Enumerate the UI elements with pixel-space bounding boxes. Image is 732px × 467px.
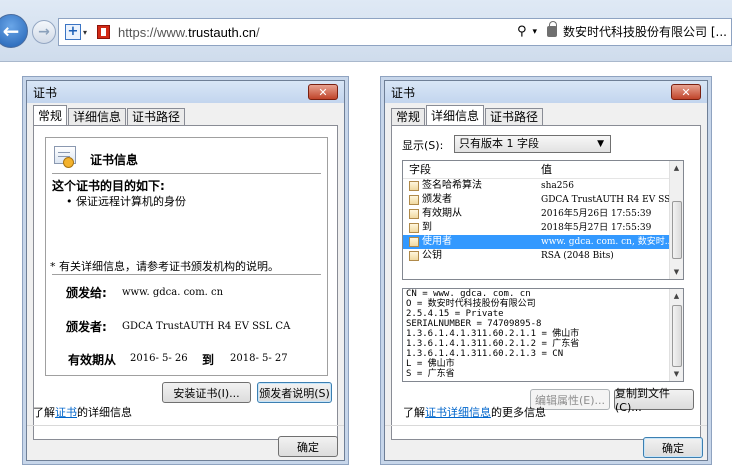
search-icon[interactable]: ⚲	[517, 24, 527, 39]
list-item[interactable]: 有效期从 2016年5月26日 17:55:39	[403, 207, 683, 221]
close-button[interactable]: ✕	[671, 84, 701, 100]
field-icon	[409, 195, 419, 205]
detail-line: 1.3.6.1.4.1.311.60.2.1.2 = 广东省	[406, 339, 580, 349]
list-scrollbar[interactable]: ▲ ▼	[669, 161, 683, 279]
detail-line: 2.5.4.15 = Private	[406, 309, 504, 319]
dialog-titlebar: 证书 ✕	[27, 81, 344, 103]
issuer-note: * 有关详细信息，请参考证书颁发机构的说明。	[50, 260, 279, 273]
general-panel: 证书信息 这个证书的目的如下: • 保证远程计算机的身份 * 有关详细信息，请参…	[33, 125, 338, 440]
tab-strip: 常规 详细信息 证书路径	[391, 105, 544, 125]
install-certificate-button[interactable]: 安装证书(I)...	[162, 382, 251, 403]
divider	[27, 425, 344, 426]
scroll-up-icon[interactable]: ▲	[670, 289, 683, 303]
purpose-item: • 保证远程计算机的身份	[66, 195, 186, 208]
list-header: 字段 值	[403, 161, 683, 179]
divider	[52, 173, 321, 174]
detail-line: SERIALNUMBER = 74709895-8	[406, 319, 542, 329]
divider	[52, 274, 321, 275]
field-icon	[409, 181, 419, 191]
field-icon	[409, 251, 419, 261]
details-panel: 显示(S): 只有版本 1 字段 ▼ 字段 值 签名哈希算法 sha256 颁发者…	[391, 125, 701, 440]
issued-to-label: 颁发给:	[66, 286, 107, 300]
info-title: 证书信息	[90, 153, 139, 167]
close-button[interactable]: ✕	[308, 84, 338, 100]
tab-general[interactable]: 常规	[391, 108, 426, 125]
url-text[interactable]: https://www.trustauth.cn/	[118, 25, 260, 40]
scroll-down-icon[interactable]: ▼	[670, 265, 683, 279]
learn-more-link[interactable]: 证书详细信息	[425, 406, 491, 419]
tab-cert-path[interactable]: 证书路径	[127, 108, 186, 125]
list-item[interactable]: 到 2018年5月27日 17:55:39	[403, 221, 683, 235]
tab-strip: 常规 详细信息 证书路径	[33, 105, 186, 125]
column-header-field[interactable]: 字段	[403, 161, 541, 178]
ok-button[interactable]: 确定	[278, 436, 338, 457]
certificate-icon	[54, 146, 76, 168]
show-filter-value: 只有版本 1 字段	[459, 137, 539, 150]
dialog-title: 证书	[391, 85, 416, 100]
dialog-title: 证书	[33, 85, 58, 100]
show-label: 显示(S):	[402, 139, 444, 152]
scroll-down-icon[interactable]: ▼	[670, 367, 683, 381]
validity-to-label: 到	[202, 353, 215, 367]
chevron-down-icon: ▼	[597, 139, 604, 149]
learn-more-text: 了解证书的详细信息	[33, 406, 132, 419]
certificate-dialog-general: 证书 ✕ 常规 详细信息 证书路径 证书信息 这个证书的目的如下: • 保证远程…	[26, 80, 345, 461]
tab-general[interactable]: 常规	[33, 105, 68, 125]
detail-scrollbar[interactable]: ▲ ▼	[669, 289, 683, 381]
list-item[interactable]: 颁发者 GDCA TrustAUTH R4 EV SS...	[403, 193, 683, 207]
certificate-info-box: 证书信息 这个证书的目的如下: • 保证远程计算机的身份 * 有关详细信息，请参…	[45, 137, 328, 376]
scroll-thumb[interactable]	[672, 201, 682, 259]
site-favicon-icon	[97, 25, 111, 39]
copy-to-file-button[interactable]: 复制到文件(C)...	[614, 387, 694, 414]
show-filter-select[interactable]: 只有版本 1 字段 ▼	[454, 135, 611, 153]
scroll-up-icon[interactable]: ▲	[670, 161, 683, 175]
valid-from-value: 2016- 5- 26	[130, 353, 188, 364]
detail-line: 1.3.6.1.4.1.311.60.2.1.3 = CN	[406, 349, 564, 359]
fields-list[interactable]: 字段 值 签名哈希算法 sha256 颁发者 GDCA TrustAUTH R4 E…	[402, 160, 684, 280]
detail-line: L = 佛山市	[406, 359, 455, 369]
dialog-titlebar: 证书 ✕	[385, 81, 707, 103]
site-identity-label[interactable]: 数安时代科技股份有限公司 [...	[563, 23, 727, 40]
detail-line: O = 数安时代科技股份有限公司	[406, 299, 536, 309]
detail-line: CN = www. gdca. com. cn	[406, 289, 531, 299]
learn-more-link[interactable]: 证书	[55, 406, 77, 419]
address-bar[interactable]: + ▾ https://www.trustauth.cn/ ⚲ ▾ 数安时代科技…	[58, 18, 732, 46]
lock-icon[interactable]	[547, 21, 558, 37]
divider	[385, 425, 707, 426]
tab-details[interactable]: 详细信息	[68, 108, 127, 125]
field-icon	[409, 223, 419, 233]
forward-arrow-icon[interactable]: →	[32, 20, 56, 44]
list-item-selected[interactable]: 使用者 www. gdca. com. cn, 数安时...	[403, 235, 683, 249]
search-dropdown-caret[interactable]: ▾	[533, 27, 538, 37]
field-icon	[409, 209, 419, 219]
chevron-down-icon[interactable]: ▾	[83, 28, 87, 37]
issued-by-label: 颁发者:	[66, 320, 107, 334]
purpose-heading: 这个证书的目的如下:	[52, 179, 165, 193]
field-icon	[409, 237, 419, 247]
compatibility-view-icon[interactable]: +	[65, 24, 81, 40]
scroll-thumb[interactable]	[672, 305, 682, 367]
detail-line: 1.3.6.1.4.1.311.60.2.1.1 = 佛山市	[406, 329, 580, 339]
column-header-value[interactable]: 值	[541, 161, 671, 178]
list-item[interactable]: 签名哈希算法 sha256	[403, 179, 683, 193]
valid-to-value: 2018- 5- 27	[230, 353, 288, 364]
browser-toolbar: ← → + ▾ https://www.trustauth.cn/ ⚲ ▾ 数安…	[0, 0, 732, 62]
issued-to-value: www. gdca. com. cn	[122, 287, 224, 298]
list-item[interactable]: 公钥 RSA (2048 Bits)	[403, 249, 683, 263]
validity-label: 有效期从	[68, 353, 117, 367]
field-detail-textbox[interactable]: CN = www. gdca. com. cn O = 数安时代科技股份有限公司…	[402, 288, 684, 382]
tab-cert-path[interactable]: 证书路径	[485, 108, 544, 125]
tab-details[interactable]: 详细信息	[426, 105, 485, 125]
detail-line: S = 广东省	[406, 369, 455, 379]
ok-button[interactable]: 确定	[643, 437, 703, 458]
certificate-dialog-details: 证书 ✕ 常规 详细信息 证书路径 显示(S): 只有版本 1 字段 ▼ 字段 …	[384, 80, 708, 461]
back-arrow-icon[interactable]: ←	[0, 14, 28, 48]
issuer-statement-button[interactable]: 颁发者说明(S)	[257, 382, 332, 403]
issued-by-value: GDCA TrustAUTH R4 EV SSL CA	[122, 321, 291, 332]
learn-more-text: 了解证书详细信息的更多信息	[403, 406, 546, 419]
